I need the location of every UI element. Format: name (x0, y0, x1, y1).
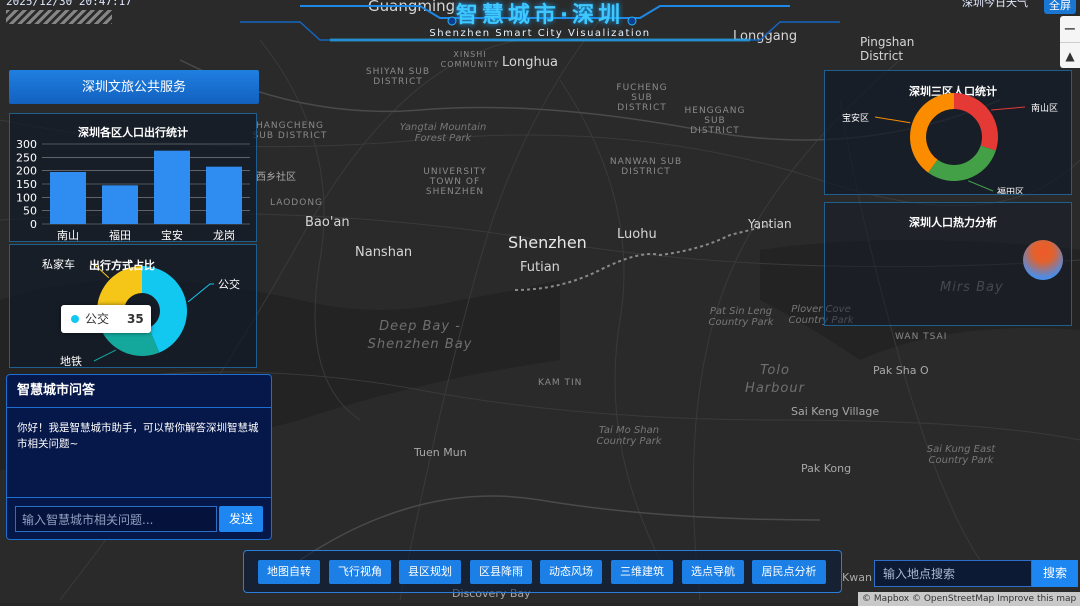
map-label-kwan: Kwan (842, 571, 872, 584)
slice-label: 地铁 (60, 355, 82, 367)
y-tick-label: 250 (16, 151, 37, 164)
map-label-tolo: Tolo Harbour (745, 363, 805, 396)
population-heat-panel: 深圳人口热力分析 (824, 202, 1072, 326)
slice-leader-line (991, 106, 1026, 111)
map-label-xinshi: XINSHI COMMUNITY (440, 50, 500, 69)
toolbar-button-3d-buildings[interactable]: 三维建筑 (611, 560, 673, 584)
y-tick-label: 50 (23, 205, 37, 218)
zoom-out-button[interactable]: − (1060, 16, 1080, 43)
toolbar-button-county-planning[interactable]: 县区规划 (399, 560, 461, 584)
slice-leader-line (968, 180, 994, 192)
population-travel-panel: 深圳各区人口出行统计 300 250 200 150 100 50 0 南山 福田 宝安 龙岗 (9, 113, 257, 242)
qa-title: 智慧城市问答 (7, 375, 271, 408)
slice-label: 公交 (218, 277, 240, 291)
chart-tooltip: 公交 35 (61, 305, 151, 333)
map-zoom-controls: − ▲ (1060, 16, 1080, 68)
slice-leader-line (187, 283, 214, 303)
map-label-pakkong: Pak Kong (801, 462, 852, 475)
map-label-kamtin: KAM TIN (538, 378, 583, 388)
y-tick-label: 300 (16, 138, 37, 151)
map-label-saikeng: Sai Keng Village (791, 405, 880, 418)
y-tick-label: 200 (16, 165, 37, 178)
smart-city-qa-panel: 智慧城市问答 你好！我是智慧城市助手，可以帮你解答深圳智慧城市相关问题~ 输入智… (6, 374, 272, 540)
map-label-patsinleng: Pat Sin Leng Country Park (708, 306, 774, 328)
x-tick-label: 福田 (109, 228, 131, 241)
slice-leader-line (874, 116, 911, 124)
toolbar-button-point-navigation[interactable]: 选点导航 (682, 560, 744, 584)
bar-宝安 (154, 150, 190, 224)
y-tick-label: 150 (16, 178, 37, 191)
toolbar-button-auto-rotate[interactable]: 地图自转 (258, 560, 320, 584)
tooltip-dot-icon (71, 315, 79, 323)
map-label-longhua: Longhua (502, 55, 558, 70)
district-donut-chart: 南山区福田区 宝安区 (842, 93, 1058, 194)
top-bar: 2025/12/30 20:47:17 智慧城市·深圳 Shenzhen Sma… (0, 0, 1080, 48)
x-tick-label: 龙岗 (213, 229, 235, 241)
fullscreen-button[interactable]: 全屏 (1044, 0, 1076, 14)
location-search-button[interactable]: 搜索 (1032, 560, 1078, 587)
district-population-panel: 深圳三区人口统计 南山区 福田区 宝安区 (824, 70, 1072, 195)
map-attribution[interactable]: © Mapbox © OpenStreetMap Improve this ma… (858, 592, 1080, 606)
location-search-input[interactable]: 输入地点搜索 (874, 560, 1032, 587)
map-label-hangcheng: HANGCHENG SUB DISTRICT (252, 121, 328, 141)
map-label-fucheng: FUCHENG SUB DISTRICT (616, 83, 668, 113)
slice-福田区 (928, 145, 996, 181)
culture-tourism-service-button[interactable]: 深圳文旅公共服务 (9, 70, 259, 104)
map-label-nanwan: NANWAN SUB DISTRICT (609, 157, 683, 177)
map-label-baoan: Bao'an (305, 215, 350, 230)
toolbar-button-residential-analysis[interactable]: 居民点分析 (752, 560, 826, 584)
slice-leader-line (93, 349, 117, 362)
map-label-henggang: HENGGANG SUB DISTRICT (684, 106, 746, 136)
toolbar-button-wind-field[interactable]: 动态风场 (540, 560, 602, 584)
map-label-deepbay: Deep Bay - Shenzhen Bay (367, 319, 473, 352)
slice-label: 宝安区 (842, 112, 869, 124)
x-tick-label: 宝安 (161, 228, 183, 241)
qa-input[interactable]: 输入智慧城市相关问题... (15, 506, 217, 532)
map-label-university: UNIVERSITY TOWN OF SHENZHEN (423, 167, 487, 197)
bar-南山 (50, 172, 86, 224)
slice-label: 福田区 (997, 186, 1024, 194)
y-tick-label: 0 (30, 218, 37, 231)
bar-龙岗 (206, 166, 242, 224)
slice-宝安区 (910, 93, 954, 173)
map-label-yangtai: Yangtai Mountain Forest Park (399, 122, 487, 144)
qa-input-bar: 输入智慧城市相关问题... 发送 (7, 497, 271, 540)
qa-bot-message: 你好！我是智慧城市助手，可以帮你解答深圳智慧城市相关问题~ (17, 422, 259, 450)
toolbar-button-flight-view[interactable]: 飞行视角 (329, 560, 391, 584)
slice-南山区 (954, 93, 998, 151)
map-label-nanshan: Nanshan (355, 245, 413, 260)
map-label-luohu: Luohu (617, 227, 657, 242)
map-label-laodong: LAODONG (270, 198, 324, 208)
map-label-tuenmun: Tuen Mun (414, 446, 467, 459)
map-label-taimoshan: Tai Mo Shan Country Park (596, 425, 662, 447)
qa-send-button[interactable]: 发送 (219, 506, 263, 532)
tooltip-value: 35 (127, 312, 144, 326)
page-subtitle: Shenzhen Smart City Visualization (429, 28, 651, 39)
population-bar-chart: 300250200150100500 南山 福田 宝安 龙岗 (16, 138, 250, 241)
map-label-shiyan: SHIYAN SUB DISTRICT (365, 67, 431, 87)
map-label-xixiang: 西乡社区 (256, 172, 296, 183)
heat-panel-title: 深圳人口热力分析 (909, 216, 997, 229)
toolbar-button-rainfall[interactable]: 区县降雨 (470, 560, 532, 584)
map-label-paksha: Pak Sha O (873, 364, 929, 377)
x-tick-label: 南山 (57, 229, 79, 241)
travel-mode-chart-title: 出行方式占比 (89, 259, 155, 272)
map-label-wantsai: WAN TSAI (895, 332, 948, 342)
map-label-saikungeast: Sai Kung East Country Park (926, 444, 996, 466)
map-label-yantian: Yantian (748, 217, 792, 231)
weather-label: 深圳今日天气 (962, 0, 1028, 9)
y-tick-label: 100 (16, 191, 37, 204)
heat-bubble (1023, 240, 1063, 280)
bottom-toolbar: 地图自转 飞行视角 县区规划 区县降雨 动态风场 三维建筑 选点导航 居民点分析 (243, 550, 842, 593)
compass-icon[interactable]: ▲ (1060, 43, 1080, 69)
slice-label: 南山区 (1031, 102, 1058, 114)
map-label-shenzhen: Shenzhen (508, 233, 587, 252)
tooltip-label: 公交 (85, 312, 110, 326)
bar-福田 (102, 185, 138, 224)
page-title: 智慧城市·深圳 (455, 3, 625, 28)
map-label-futian: Futian (520, 260, 560, 275)
